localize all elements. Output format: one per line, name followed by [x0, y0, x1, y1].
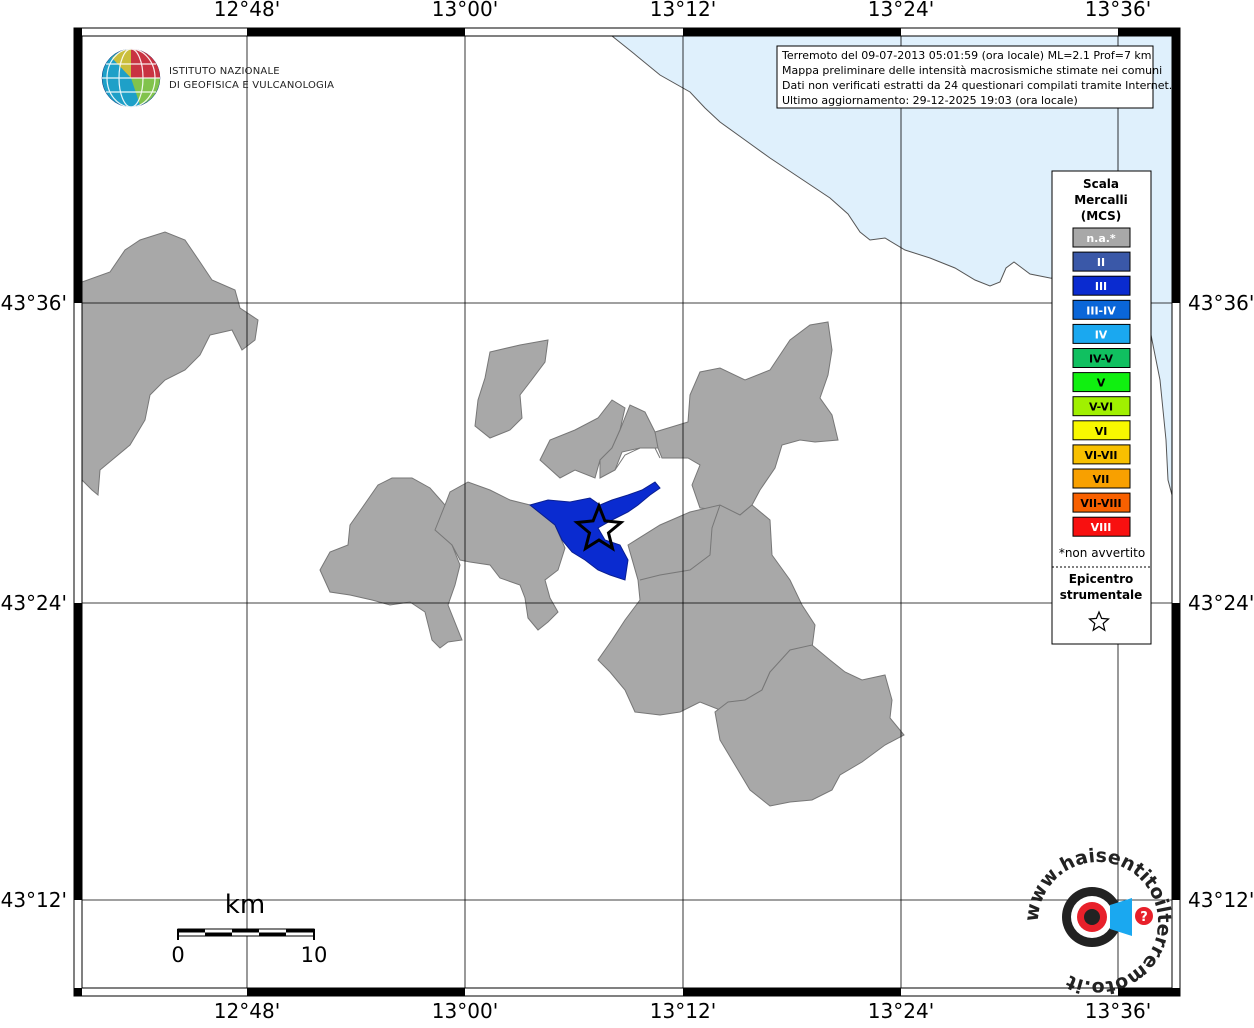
- top-lon-label: 13°24': [868, 0, 934, 21]
- mcs-legend: Scala Mercalli (MCS) n.a.*IIIIIIII-IVIVI…: [1051, 170, 1152, 645]
- info-line-data: Dati non verificati estratti da 24 quest…: [782, 79, 1172, 92]
- bottom-lon-label: 13°12': [650, 999, 716, 1023]
- legend-chip-label: VII: [1093, 473, 1110, 486]
- logo-question-mark: ?: [1140, 910, 1148, 925]
- legend-note-not-felt: *non avvertito: [1059, 546, 1145, 560]
- legend-epicenter-line1: Epicentro: [1069, 572, 1134, 586]
- bottom-lon-label: 12°48': [214, 999, 280, 1023]
- left-lat-label: 43°12': [1, 888, 67, 912]
- legend-epicenter-line2: strumentale: [1060, 588, 1143, 602]
- top-lon-label: 13°00': [432, 0, 498, 21]
- scale-bar-title: km: [225, 890, 265, 920]
- institute-name-line1: ISTITUTO NAZIONALE: [169, 66, 280, 77]
- left-lat-label: 43°24': [1, 591, 67, 615]
- legend-chip-label: V: [1097, 377, 1106, 390]
- legend-title-line2: Mercalli: [1074, 193, 1128, 207]
- legend-title-line1: Scala: [1083, 177, 1119, 191]
- info-line-update: Ultimo aggiornamento: 29-12-2025 19:03 (…: [782, 94, 1078, 107]
- bottom-lon-label: 13°00': [432, 999, 498, 1023]
- info-line-map: Mappa preliminare delle intensità macros…: [782, 64, 1162, 77]
- legend-chip-label: V-VI: [1089, 401, 1113, 414]
- legend-chip-label: VIII: [1091, 521, 1112, 534]
- top-lon-label: 13°36': [1085, 0, 1151, 21]
- macroseismic-map: 12°48' 13°00' 13°12' 13°24' 13°36' 12°48…: [0, 0, 1254, 1024]
- legend-chip-label: n.a.*: [1086, 232, 1116, 245]
- right-lat-label: 43°36': [1188, 291, 1254, 315]
- right-lat-label: 43°12': [1188, 888, 1254, 912]
- legend-chip-label: II: [1097, 256, 1105, 269]
- legend-chip-label: VII-VIII: [1080, 497, 1121, 510]
- bottom-lon-label: 13°24': [868, 999, 934, 1023]
- legend-chip-label: III: [1095, 280, 1107, 293]
- legend-chip-label: VI-VII: [1084, 449, 1117, 462]
- legend-chip-label: IV-V: [1089, 353, 1114, 366]
- scale-bar-min: 0: [171, 943, 184, 967]
- scale-bar-max: 10: [301, 943, 328, 967]
- event-info-box: Terremoto del 09-07-2013 05:01:59 (ora l…: [776, 45, 1172, 109]
- left-lat-label: 43°36': [1, 291, 67, 315]
- legend-chip-label: III-IV: [1086, 304, 1116, 317]
- institute-name-line2: DI GEOFISICA E VULCANOLOGIA: [169, 80, 334, 91]
- legend-chip-label: IV: [1095, 328, 1108, 341]
- top-lon-label: 12°48': [214, 0, 280, 21]
- legend-chip-label: VI: [1095, 425, 1108, 438]
- top-lon-label: 13°12': [650, 0, 716, 21]
- legend-title-line3: (MCS): [1081, 209, 1122, 223]
- bottom-lon-label: 13°36': [1085, 999, 1151, 1023]
- right-lat-label: 43°24': [1188, 591, 1254, 615]
- info-line-event: Terremoto del 09-07-2013 05:01:59 (ora l…: [781, 49, 1152, 62]
